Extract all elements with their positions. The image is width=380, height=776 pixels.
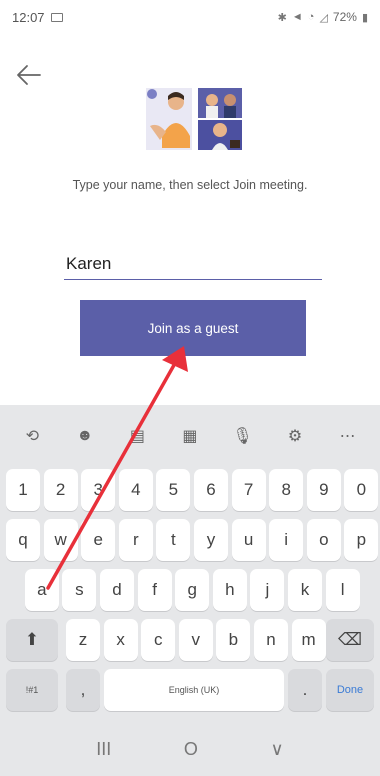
back-arrow-icon[interactable] — [14, 62, 44, 88]
navigation-bar: III O ∨ — [0, 722, 380, 776]
translate-icon[interactable]: ⟲ — [15, 419, 49, 453]
join-instruction-text: Type your name, then select Join meeting… — [72, 178, 308, 192]
key-7[interactable]: 7 — [231, 469, 266, 511]
status-left: 12:07 — [12, 10, 63, 25]
name-input[interactable] — [64, 248, 322, 280]
key-e[interactable]: e — [81, 519, 116, 561]
key-p[interactable]: p — [344, 519, 379, 561]
gallery-icon — [50, 12, 63, 22]
key-f[interactable]: f — [137, 569, 172, 611]
bluetooth-icon: ✱ — [277, 11, 287, 24]
key-n[interactable]: n — [254, 619, 288, 661]
backspace-key[interactable]: ⌫ — [326, 619, 374, 661]
status-bar: 12:07 ✱ ◄ ◔ ◿ 72% ▮ — [0, 0, 380, 34]
nav-back-button[interactable]: ∨ — [271, 739, 284, 760]
key-h[interactable]: h — [212, 569, 247, 611]
key-0[interactable]: 0 — [344, 469, 379, 511]
settings-icon[interactable]: ⚙ — [278, 419, 312, 453]
battery-percent: 72% — [332, 10, 357, 24]
meeting-people-illustration — [140, 86, 248, 152]
key-b[interactable]: b — [216, 619, 251, 661]
key-q[interactable]: q — [6, 519, 40, 561]
key-v[interactable]: v — [178, 619, 213, 661]
symbols-key[interactable]: !#1 — [6, 669, 58, 711]
key-j[interactable]: j — [250, 569, 285, 611]
signal-icon: ◿ — [319, 11, 328, 24]
key-u[interactable]: u — [231, 519, 266, 561]
key-m[interactable]: m — [291, 619, 326, 661]
wifi-icon: ◔ — [307, 11, 315, 23]
emoji-icon[interactable]: ☻ — [68, 419, 102, 453]
mic-icon[interactable]: 🎙︎ — [226, 419, 260, 453]
keyboard-toolbar: ⟲ ☻ ▤ ▦ 🎙︎ ⚙ ⋯ — [0, 405, 380, 467]
key-z[interactable]: z — [66, 619, 100, 661]
period-key[interactable]: . — [288, 669, 322, 711]
soft-keyboard: ⟲ ☻ ▤ ▦ 🎙︎ ⚙ ⋯ 1234567890 qwertyuiop asdfg… — [0, 405, 380, 776]
comma-key[interactable]: , — [66, 669, 100, 711]
clipboard-icon[interactable]: ▤ — [120, 419, 154, 453]
join-as-guest-button[interactable]: Join as a guest — [80, 300, 306, 356]
key-a[interactable]: a — [24, 569, 59, 611]
status-right: ✱ ◄ ◔ ◿ 72% ▮ — [278, 10, 368, 24]
key-1[interactable]: 1 — [6, 469, 40, 511]
key-8[interactable]: 8 — [269, 469, 304, 511]
key-4[interactable]: 4 — [118, 469, 153, 511]
key-2[interactable]: 2 — [43, 469, 78, 511]
key-w[interactable]: w — [43, 519, 78, 561]
key-k[interactable]: k — [288, 569, 322, 611]
key-5[interactable]: 5 — [156, 469, 191, 511]
key-x[interactable]: x — [103, 619, 138, 661]
key-s[interactable]: s — [62, 569, 97, 611]
key-9[interactable]: 9 — [306, 469, 341, 511]
key-o[interactable]: o — [306, 519, 341, 561]
mute-icon: ◄ — [291, 11, 303, 23]
home-button[interactable]: O — [184, 739, 198, 760]
key-g[interactable]: g — [175, 569, 210, 611]
more-icon[interactable]: ⋯ — [331, 419, 365, 453]
status-time: 12:07 — [12, 9, 45, 25]
battery-icon: ▮ — [361, 11, 368, 24]
keyboard-icon[interactable]: ▦ — [173, 419, 207, 453]
done-key[interactable]: Done — [326, 669, 374, 711]
key-y[interactable]: y — [194, 519, 228, 561]
shift-key[interactable]: ⬆ — [6, 619, 58, 661]
key-l[interactable]: l — [325, 569, 360, 611]
key-t[interactable]: t — [156, 519, 191, 561]
key-i[interactable]: i — [269, 519, 304, 561]
key-3[interactable]: 3 — [81, 469, 116, 511]
key-6[interactable]: 6 — [194, 469, 228, 511]
recents-button[interactable]: III — [96, 739, 111, 760]
key-c[interactable]: c — [141, 619, 176, 661]
space-key[interactable]: English (UK) — [104, 669, 284, 711]
key-d[interactable]: d — [100, 569, 134, 611]
key-r[interactable]: r — [118, 519, 153, 561]
